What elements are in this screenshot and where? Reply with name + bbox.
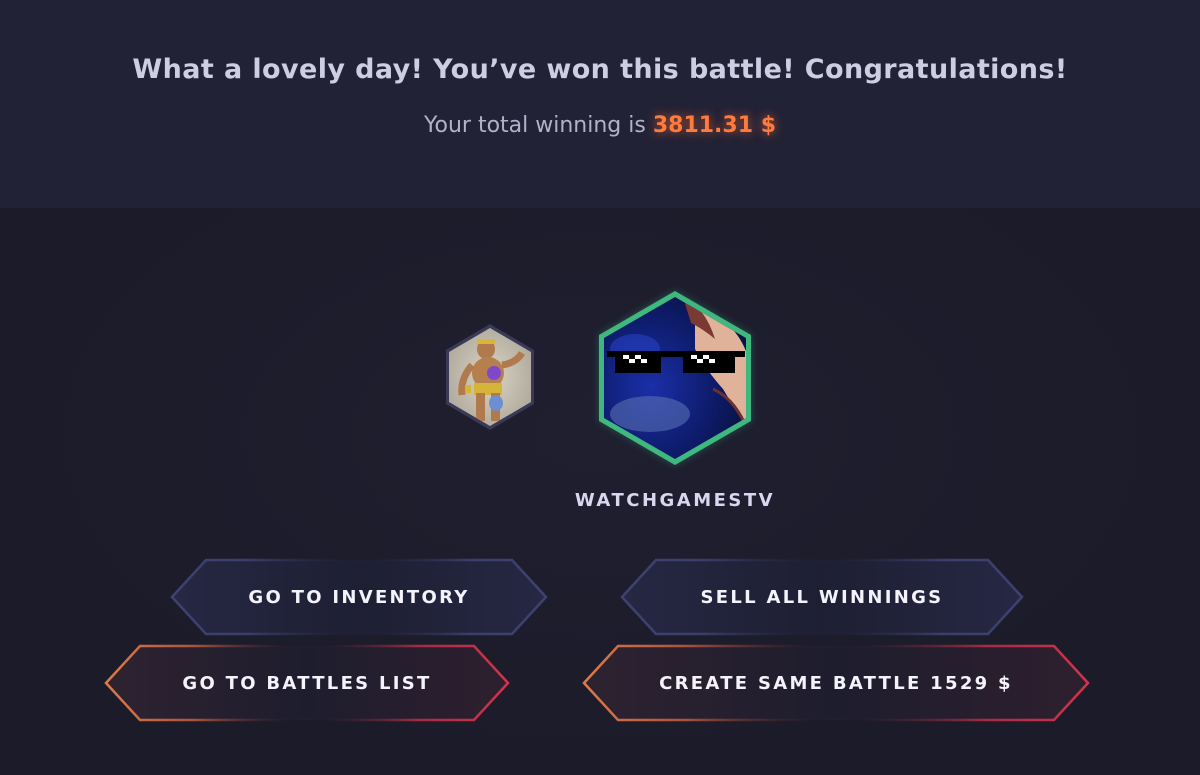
go-to-inventory-button[interactable]: GO TO INVENTORY bbox=[170, 558, 548, 636]
go-to-inventory-label: GO TO INVENTORY bbox=[248, 586, 470, 608]
victory-headline: What a lovely day! You’ve won this battl… bbox=[132, 54, 1068, 85]
sell-all-winnings-label: SELL ALL WINNINGS bbox=[700, 586, 944, 608]
total-winning-line: Your total winning is 3811.31 $ bbox=[0, 113, 1200, 138]
create-same-battle-label: CREATE SAME BATTLE 1529 $ bbox=[659, 672, 1013, 694]
result-banner: What a lovely day! You’ve won this battl… bbox=[0, 0, 1200, 208]
pixel-sunglasses-avatar-icon bbox=[599, 291, 751, 465]
winner-avatar[interactable] bbox=[595, 289, 755, 467]
go-to-battles-list-label: GO TO BATTLES LIST bbox=[182, 672, 432, 694]
winning-label: Your total winning is bbox=[423, 113, 646, 138]
sell-all-winnings-button[interactable]: SELL ALL WINNINGS bbox=[620, 558, 1024, 636]
go-to-battles-list-button[interactable]: GO TO BATTLES LIST bbox=[104, 644, 510, 722]
winner-name: WATCHGAMESTV bbox=[574, 490, 776, 511]
wrestler-figure-avatar-icon bbox=[446, 324, 534, 430]
winning-amount: 3811.31 $ bbox=[652, 113, 776, 138]
loser-avatar[interactable] bbox=[444, 323, 536, 431]
create-same-battle-button[interactable]: CREATE SAME BATTLE 1529 $ bbox=[582, 644, 1090, 722]
